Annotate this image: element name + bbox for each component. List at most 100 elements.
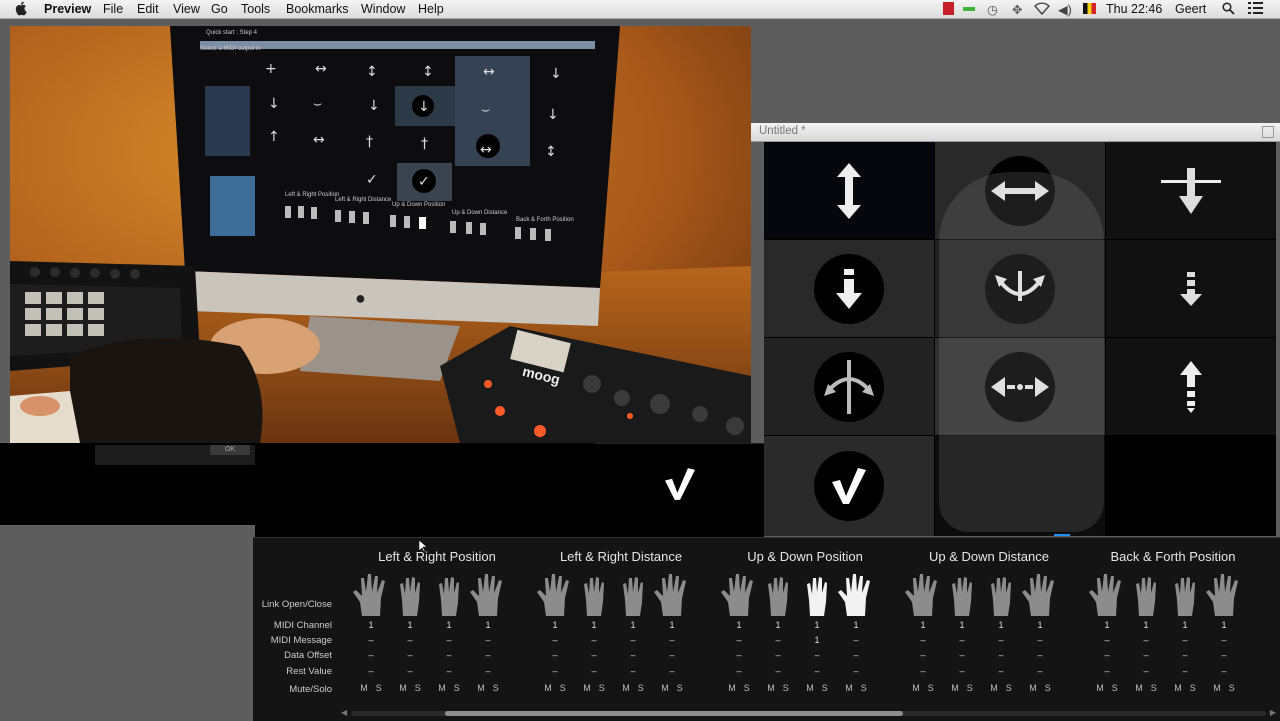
channel-value[interactable]: 1 [536,620,574,630]
message-value[interactable]: – [759,635,797,645]
mute-solo-toggle[interactable]: MS [1131,683,1169,693]
input-flag-icon[interactable] [1083,3,1096,14]
mute-solo-toggle[interactable]: MS [618,683,656,693]
closed-hand-toggle-icon[interactable] [798,572,836,616]
mute-button[interactable]: M [438,683,454,693]
offset-value[interactable]: – [904,650,942,660]
grid-cell[interactable] [764,436,934,536]
open-hand-toggle-icon[interactable] [469,572,507,616]
rest-value[interactable]: – [798,666,836,676]
channel-value[interactable]: 1 [1088,620,1126,630]
mute-solo-toggle[interactable]: MS [1170,683,1208,693]
mute-solo-toggle[interactable]: MS [395,683,433,693]
mute-button[interactable]: M [1174,683,1190,693]
apple-menu-icon[interactable] [15,0,28,19]
message-value[interactable]: – [430,635,468,645]
offset-value[interactable]: – [352,650,390,660]
mute-button[interactable]: M [845,683,861,693]
mute-solo-toggle[interactable]: MS [657,683,695,693]
rest-value[interactable]: – [1205,666,1243,676]
mute-button[interactable]: M [1029,683,1045,693]
solo-button[interactable]: S [1151,683,1165,693]
spotlight-icon[interactable] [1222,2,1235,18]
solo-button[interactable]: S [376,683,390,693]
offset-value[interactable]: – [614,650,652,660]
message-value[interactable]: – [720,635,758,645]
channel-value[interactable]: 1 [1021,620,1059,630]
message-value[interactable]: – [837,635,875,645]
channel-value[interactable]: 1 [759,620,797,630]
channel-value[interactable]: 1 [469,620,507,630]
mute-solo-toggle[interactable]: MS [802,683,840,693]
mute-solo-toggle[interactable]: MS [579,683,617,693]
closed-hand-toggle-icon[interactable] [430,572,468,616]
mute-button[interactable]: M [806,683,822,693]
menu-tools[interactable]: Tools [241,2,270,16]
solo-button[interactable]: S [677,683,691,693]
mute-button[interactable]: M [767,683,783,693]
check-cell-left[interactable] [595,443,764,537]
channel-value[interactable]: 1 [943,620,981,630]
offset-value[interactable]: – [982,650,1020,660]
rest-value[interactable]: – [575,666,613,676]
channel-value[interactable]: 1 [430,620,468,630]
rest-value[interactable]: – [982,666,1020,676]
rest-value[interactable]: – [430,666,468,676]
message-value[interactable]: – [943,635,981,645]
mute-solo-toggle[interactable]: MS [1092,683,1130,693]
rest-value[interactable]: – [837,666,875,676]
solo-button[interactable]: S [415,683,429,693]
channel-value[interactable]: 1 [720,620,758,630]
message-value[interactable]: – [1088,635,1126,645]
solo-button[interactable]: S [744,683,758,693]
menu-go[interactable]: Go [211,2,228,16]
mute-button[interactable]: M [951,683,967,693]
message-value[interactable]: – [352,635,390,645]
rest-value[interactable]: – [1021,666,1059,676]
mute-button[interactable]: M [583,683,599,693]
rest-value[interactable]: – [536,666,574,676]
grid-cell[interactable] [1106,240,1276,337]
menu-app-name[interactable]: Preview [44,2,91,16]
closed-hand-toggle-icon[interactable] [1088,572,1126,616]
rest-value[interactable]: – [943,666,981,676]
message-value[interactable]: – [653,635,691,645]
mute-button[interactable]: M [477,683,493,693]
open-hand-toggle-icon[interactable] [653,572,691,616]
mute-solo-toggle[interactable]: MS [356,683,394,693]
solo-button[interactable]: S [493,683,507,693]
grid-cell[interactable] [764,142,934,239]
horizontal-scrollbar[interactable]: ◀ ▶ [341,708,1276,718]
offset-value[interactable]: – [430,650,468,660]
message-value[interactable]: – [1166,635,1204,645]
offset-value[interactable]: – [837,650,875,660]
rest-value[interactable]: – [391,666,429,676]
solo-button[interactable]: S [1112,683,1126,693]
offset-value[interactable]: – [1205,650,1243,660]
grid-cell[interactable] [1106,338,1276,435]
message-value[interactable]: – [391,635,429,645]
rest-value[interactable]: – [720,666,758,676]
solo-button[interactable]: S [861,683,875,693]
mute-solo-toggle[interactable]: MS [986,683,1024,693]
solo-button[interactable]: S [1229,683,1243,693]
message-value[interactable]: – [536,635,574,645]
mute-button[interactable]: M [622,683,638,693]
channel-value[interactable]: 1 [982,620,1020,630]
offset-value[interactable]: – [653,650,691,660]
message-value[interactable]: – [1205,635,1243,645]
message-value[interactable]: – [614,635,652,645]
solo-button[interactable]: S [560,683,574,693]
mute-button[interactable]: M [728,683,744,693]
mute-solo-toggle[interactable]: MS [473,683,511,693]
mute-button[interactable]: M [1213,683,1229,693]
message-value[interactable]: – [1127,635,1165,645]
offset-value[interactable]: – [1166,650,1204,660]
closed-hand-toggle-icon[interactable] [352,572,390,616]
offset-value[interactable]: – [759,650,797,660]
message-value[interactable]: – [904,635,942,645]
grid-cell[interactable] [764,338,934,435]
grid-cell[interactable] [1106,142,1276,239]
open-hand-toggle-icon[interactable] [1021,572,1059,616]
offset-value[interactable]: – [943,650,981,660]
